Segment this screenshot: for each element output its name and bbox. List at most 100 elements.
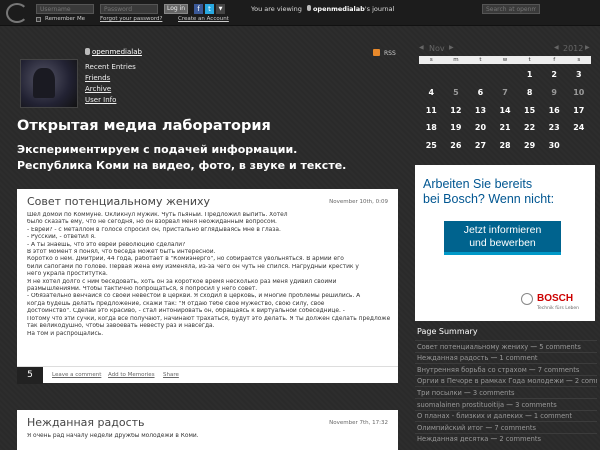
nav-recent-entries[interactable]: Recent Entries	[85, 63, 136, 71]
calendar-day[interactable]: 19	[444, 119, 469, 137]
summary-item-comments[interactable]: 5 comments	[539, 343, 581, 351]
profile-name-link[interactable]: openmedialab	[85, 48, 142, 56]
comment-count-badge[interactable]: 5	[17, 367, 43, 384]
summary-item-comments[interactable]: 1 comment	[534, 412, 572, 420]
nav-user-info[interactable]: User Info	[85, 96, 116, 104]
calendar-day[interactable]: 10	[566, 84, 591, 102]
nav-archive[interactable]: Archive	[85, 85, 111, 93]
calendar-day[interactable]: 24	[566, 119, 591, 137]
calendar-day[interactable]: 28	[493, 137, 518, 155]
summary-item[interactable]: Нежданная радость — 1 comment	[415, 351, 597, 364]
share-link[interactable]: Share	[163, 372, 179, 378]
chevron-down-icon[interactable]: ▼	[216, 4, 225, 14]
calendar-day[interactable]: 25	[419, 137, 444, 155]
leave-comment-link[interactable]: Leave a comment	[52, 372, 101, 378]
calendar-day[interactable]: 17	[566, 102, 591, 120]
calendar-day[interactable]: 5	[444, 84, 469, 102]
create-account-link[interactable]: Create an Account	[178, 16, 229, 22]
summary-item-title[interactable]: Оргии в Печоре в рамках Года молодежи	[417, 377, 564, 385]
summary-item-comments[interactable]: 3 comments	[515, 401, 557, 409]
calendar-week: 25 26 27 28 29 30	[419, 137, 591, 155]
calendar-day[interactable]: 23	[542, 119, 567, 137]
calendar-day[interactable]: 7	[493, 84, 518, 102]
summary-item-comments[interactable]: 1 comment	[499, 354, 537, 362]
calendar-day[interactable]: 14	[493, 102, 518, 120]
summary-item[interactable]: suomalainen prostituoitija — 3 comments	[415, 397, 597, 410]
calendar-day[interactable]: 15	[517, 102, 542, 120]
password-input[interactable]	[100, 4, 158, 14]
prev-year-icon[interactable]: ◀	[554, 44, 559, 51]
weekday-label: f	[553, 57, 556, 63]
calendar-day[interactable]: 9	[542, 84, 567, 102]
summary-item-comments[interactable]: 2 comments	[575, 377, 597, 385]
summary-separator: —	[461, 388, 473, 397]
summary-separator: —	[526, 365, 538, 374]
viewing-suffix: 's journal	[364, 5, 395, 13]
calendar-day[interactable]: 18	[419, 119, 444, 137]
calendar-day[interactable]: 4	[419, 84, 444, 102]
entry-title[interactable]: Совет потенциальному жениху	[27, 195, 210, 208]
summary-item[interactable]: Три посылки — 3 comments	[415, 386, 597, 398]
summary-item[interactable]: О планах - близких и далеких — 1 comment	[415, 409, 597, 422]
top-bar: Log in f t ▼ Remember Me Forgot your pas…	[0, 0, 600, 26]
ad-apply-button[interactable]: Jetzt informieren und bewerben	[444, 221, 561, 255]
summary-item-title[interactable]: Нежданная радость	[417, 354, 488, 362]
bosch-ad[interactable]: Arbeiten Sie bereits bei Bosch? Wenn nic…	[415, 165, 595, 321]
calendar-day[interactable]: 29	[517, 137, 542, 155]
summary-item-comments[interactable]: 3 comments	[473, 389, 515, 397]
summary-separator: —	[522, 412, 534, 421]
summary-item-title[interactable]: suomalainen prostituoitija	[417, 401, 504, 409]
summary-item-title[interactable]: Внутренняя борьба со страхом	[417, 366, 527, 374]
next-year-icon[interactable]: ▶	[585, 44, 590, 51]
profile-name: openmedialab	[92, 48, 142, 56]
calendar-day[interactable]: 11	[419, 102, 444, 120]
calendar-day[interactable]: 16	[542, 102, 567, 120]
twitter-icon[interactable]: t	[205, 4, 214, 14]
calendar-day[interactable]: 21	[493, 119, 518, 137]
prev-month-icon[interactable]: ◀	[419, 44, 424, 51]
calendar-day[interactable]: 6	[468, 84, 493, 102]
summary-item-comments[interactable]: 7 comments	[494, 424, 536, 432]
calendar-day[interactable]: 30	[542, 137, 567, 155]
summary-item-title[interactable]: Олимпийский итог	[417, 424, 483, 432]
ad-headline: Arbeiten Sie bereits bei Bosch? Wenn nic…	[423, 177, 554, 207]
calendar-day[interactable]: 27	[468, 137, 493, 155]
next-month-icon[interactable]: ▶	[449, 44, 454, 51]
login-button[interactable]: Log in	[164, 4, 188, 14]
calendar-day[interactable]: 12	[444, 102, 469, 120]
livejournal-logo-icon[interactable]	[6, 3, 28, 23]
rss-link[interactable]: RSS	[373, 49, 396, 57]
calendar-day[interactable]: 22	[517, 119, 542, 137]
calendar-day[interactable]: 26	[444, 137, 469, 155]
summary-item-title[interactable]: О планах - близких и далеких	[417, 412, 523, 420]
calendar-day[interactable]: 1	[517, 66, 542, 84]
add-to-memories-link[interactable]: Add to Memories	[108, 372, 155, 378]
summary-item[interactable]: Олимпийский итог — 7 comments	[415, 421, 597, 433]
viewing-user-link[interactable]: openmedialab	[313, 5, 365, 13]
calendar-day[interactable]: 20	[468, 119, 493, 137]
forgot-password-link[interactable]: Forgot your password?	[100, 16, 162, 22]
journal-entry: Нежданная радость November 7th, 17:32 Я …	[17, 410, 398, 450]
summary-item[interactable]: Совет потенциальному жениху — 5 comments	[415, 340, 597, 352]
calendar-day[interactable]: 2	[542, 66, 567, 84]
ad-button-line-1: Jetzt informieren	[463, 224, 542, 236]
search-input[interactable]	[482, 4, 540, 14]
summary-item-title[interactable]: Три посылки	[417, 389, 462, 397]
calendar-day[interactable]: 8	[517, 84, 542, 102]
summary-item[interactable]: Оргии в Печоре в рамках Года молодежи — …	[415, 374, 597, 387]
username-input[interactable]	[36, 4, 94, 14]
summary-item[interactable]: Внутренняя борьба со страхом — 7 comment…	[415, 363, 597, 375]
summary-item-title[interactable]: Нежданная десятка	[417, 435, 488, 443]
summary-item[interactable]: Нежданная десятка — 2 comments	[415, 432, 597, 445]
summary-item-comments[interactable]: 2 comments	[499, 435, 541, 443]
summary-item-title[interactable]: Совет потенциальному жениху	[417, 343, 528, 351]
remember-checkbox[interactable]	[36, 17, 41, 22]
calendar-day[interactable]: 3	[566, 66, 591, 84]
calendar-day[interactable]: 13	[468, 102, 493, 120]
entry-title[interactable]: Нежданная радость	[27, 416, 145, 429]
userpic-avatar[interactable]	[20, 59, 78, 108]
summary-item-comments[interactable]: 7 comments	[538, 366, 580, 374]
facebook-icon[interactable]: f	[194, 4, 203, 14]
calendar: smtwtfs 1 2 3 4 5 6 7 8 9 10 11 12 13 14 15 16 17 18 19 20 2…	[419, 56, 591, 155]
nav-friends[interactable]: Friends	[85, 74, 110, 82]
